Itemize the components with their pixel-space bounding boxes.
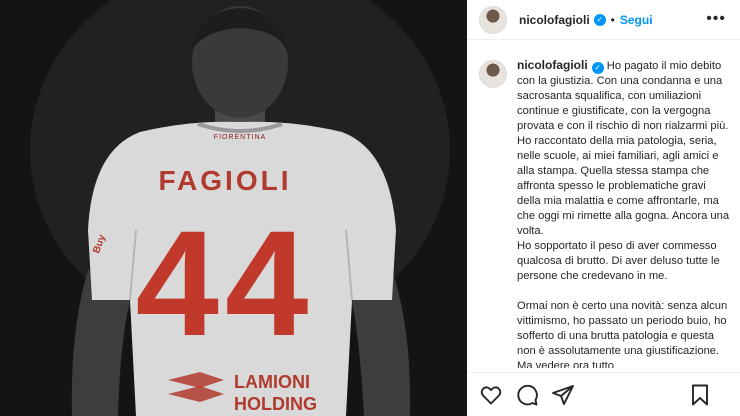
caption-paragraph-1: nicolofagioli ✓ Ho pagato il mio debito c… bbox=[517, 58, 730, 239]
bookmark-icon[interactable] bbox=[688, 383, 712, 407]
caption-text-1: Ho pagato il mio debito con la giustizia… bbox=[517, 60, 730, 237]
caption-body: nicolofagioli ✓ Ho pagato il mio debito c… bbox=[517, 58, 730, 368]
header-username[interactable]: nicolofagioli bbox=[519, 13, 590, 27]
caption-paragraph-2: Ho sopportato il peso di aver commesso q… bbox=[517, 240, 720, 282]
more-options-icon[interactable]: ••• bbox=[706, 10, 726, 28]
jersey-number-text: 44 bbox=[136, 199, 315, 367]
post-photo[interactable]: FIORENTINA FAGIOLI 44 Buy LAMIONI HOLDIN… bbox=[0, 0, 467, 416]
jersey-name-text: FAGIOLI bbox=[159, 165, 292, 196]
separator-dot: • bbox=[610, 12, 615, 27]
player-illustration: FIORENTINA FAGIOLI 44 Buy LAMIONI HOLDIN… bbox=[0, 0, 467, 416]
caption-verified-badge-icon: ✓ bbox=[591, 62, 604, 74]
share-icon[interactable] bbox=[551, 383, 575, 407]
jersey-club-text: FIORENTINA bbox=[214, 134, 266, 141]
sponsor-text-1: LAMIONI bbox=[234, 372, 310, 392]
follow-button[interactable]: Segui bbox=[620, 13, 653, 27]
caption-paragraph-3: Ormai non è certo una novità: senza alcu… bbox=[517, 300, 728, 368]
post-side-panel: nicolofagioli ✓ • Segui ••• nicolofagiol… bbox=[467, 0, 740, 416]
sponsor-text-2: HOLDING bbox=[234, 394, 317, 414]
heart-icon[interactable] bbox=[479, 383, 503, 407]
action-bar bbox=[467, 372, 740, 416]
comment-icon[interactable] bbox=[515, 383, 539, 407]
caption-username[interactable]: nicolofagioli bbox=[517, 58, 588, 72]
post-header: nicolofagioli ✓ • Segui ••• bbox=[467, 0, 740, 40]
post-caption: nicolofagioli ✓ Ho pagato il mio debito c… bbox=[467, 58, 740, 368]
caption-avatar[interactable] bbox=[479, 60, 507, 88]
verified-badge-icon: ✓ bbox=[593, 13, 606, 26]
avatar[interactable] bbox=[479, 5, 507, 34]
